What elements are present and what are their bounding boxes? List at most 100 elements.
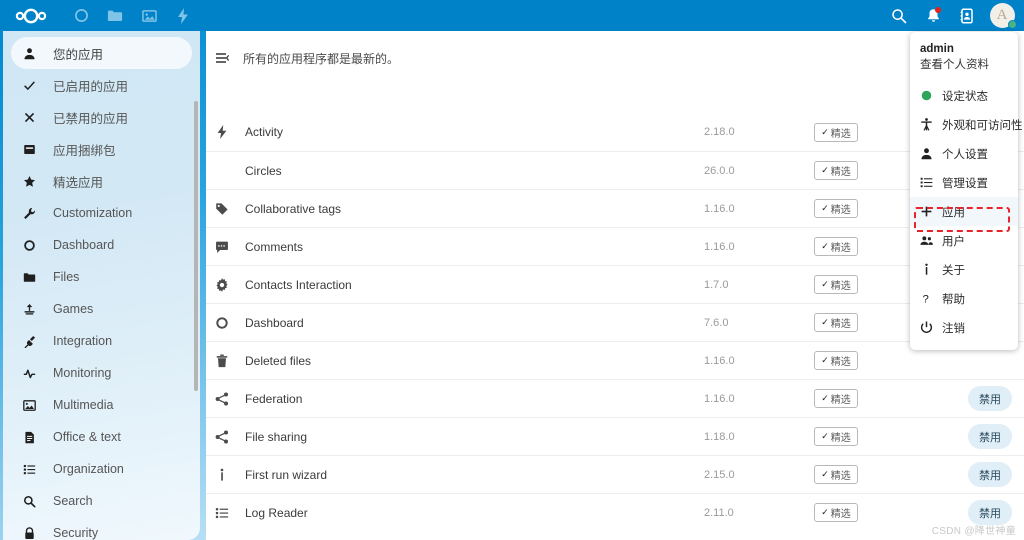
user-menu-item-1[interactable]: 外观和可访问性 — [910, 110, 1023, 139]
table-row[interactable]: File sharing 1.18.0 ✓ 精选 禁用 — [206, 417, 1024, 455]
plug-icon — [23, 335, 45, 348]
disable-button[interactable]: 禁用 — [968, 424, 1012, 449]
user-menu-item-5[interactable]: 用户 — [910, 226, 1018, 255]
sidebar-item-organization[interactable]: Organization — [11, 453, 192, 485]
sidebar-item-label: 精选应用 — [53, 175, 104, 190]
featured-badge[interactable]: ✓ 精选 — [814, 199, 858, 218]
featured-badge[interactable]: ✓ 精选 — [814, 465, 858, 484]
check-icon: ✓ — [821, 393, 829, 403]
featured-badge[interactable]: ✓ 精选 — [814, 237, 858, 256]
sidebar-item-games[interactable]: Games — [11, 293, 192, 325]
sidebar-item-monitoring[interactable]: Monitoring — [11, 357, 192, 389]
featured-badge[interactable]: ✓ 精选 — [814, 427, 858, 446]
table-row[interactable]: Collaborative tags 1.16.0 ✓ 精选 — [206, 189, 1024, 227]
table-row[interactable]: Comments 1.16.0 ✓ 精选 — [206, 227, 1024, 265]
table-row[interactable]: Federation 1.16.0 ✓ 精选 禁用 — [206, 379, 1024, 417]
user-icon — [920, 147, 937, 160]
user-menu-item-6[interactable]: 关于 — [910, 255, 1018, 284]
search-icon — [23, 495, 45, 508]
user-menu-item-8[interactable]: 注销 — [910, 313, 1018, 342]
search-icon[interactable] — [882, 0, 916, 31]
sidebar-item-customization[interactable]: Customization — [11, 197, 192, 229]
table-row[interactable]: Log Reader 2.11.0 ✓ 精选 禁用 — [206, 493, 1024, 531]
dashboard-icon[interactable] — [64, 0, 98, 31]
files-icon[interactable] — [98, 0, 132, 31]
sidebar-item-security[interactable]: Security — [11, 517, 192, 540]
user-menu-item-label: 外观和可访问性 — [942, 119, 1023, 132]
view-profile-link[interactable]: 查看个人资料 — [920, 57, 1008, 73]
sidebar-item-files[interactable]: Files — [11, 261, 192, 293]
sidebar-item-精选应用[interactable]: 精选应用 — [11, 165, 192, 197]
user-menu-item-7[interactable]: ? 帮助 — [910, 284, 1018, 313]
activity-icon — [215, 125, 239, 139]
app-name: Federation — [245, 391, 303, 406]
table-row[interactable]: Activity 2.18.0 ✓ 精选 — [206, 113, 1024, 151]
app-version: 26.0.0 — [704, 164, 735, 177]
star-icon — [23, 175, 45, 188]
apps-table: Activity 2.18.0 ✓ 精选 Circles 26.0.0 ✓ 精选 Collabo… — [206, 113, 1024, 531]
sidebar-item-label: 已禁用的应用 — [53, 111, 129, 126]
top-navigation-bar: A — [0, 0, 1024, 31]
app-version: 2.11.0 — [704, 506, 734, 519]
joystick-icon — [23, 303, 45, 316]
user-menu-item-2[interactable]: 个人设置 — [910, 139, 1018, 168]
archive-box-icon — [23, 143, 45, 156]
sidebar-item-search[interactable]: Search — [11, 485, 192, 517]
contacts-icon[interactable] — [950, 0, 984, 31]
user-menu-item-0[interactable]: 设定状态 — [910, 81, 1018, 110]
sidebar-item-dashboard[interactable]: Dashboard — [11, 229, 192, 261]
circle-icon — [23, 239, 45, 252]
app-name: Deleted files — [245, 353, 312, 368]
avatar[interactable]: A — [984, 0, 1020, 31]
featured-badge[interactable]: ✓ 精选 — [814, 313, 858, 332]
disable-button[interactable]: 禁用 — [968, 386, 1012, 411]
user-menu-item-label: 个人设置 — [942, 148, 988, 161]
sidebar-item-multimedia[interactable]: Multimedia — [11, 389, 192, 421]
featured-badge[interactable]: ✓ 精选 — [814, 275, 858, 294]
sidebar-item-您的应用[interactable]: 您的应用 — [11, 37, 192, 69]
table-row[interactable]: Contacts Interaction 1.7.0 ✓ 精选 — [206, 265, 1024, 303]
featured-badge[interactable]: ✓ 精选 — [814, 503, 858, 522]
user-menu-header[interactable]: admin 查看个人资料 — [910, 38, 1018, 81]
sidebar-scrollbar[interactable] — [194, 101, 198, 391]
featured-badge[interactable]: ✓ 精选 — [814, 161, 858, 180]
disable-button[interactable]: 禁用 — [968, 462, 1012, 487]
sidebar-item-integration[interactable]: Integration — [11, 325, 192, 357]
table-row[interactable]: First run wizard 2.15.0 ✓ 精选 禁用 — [206, 455, 1024, 493]
info-icon — [215, 468, 239, 482]
activity-icon[interactable] — [166, 0, 200, 31]
sidebar-item-label: Games — [53, 302, 94, 316]
user-menu-item-4[interactable]: 应用 — [910, 197, 1018, 226]
app-name: File sharing — [245, 429, 308, 444]
page-body: 您的应用 已启用的应用 已禁用的应用 应用捆绑包 精选应用 Customization Da… — [0, 31, 1024, 540]
app-name: Circles — [245, 163, 282, 178]
sidebar-item-label: Multimedia — [53, 398, 114, 412]
nextcloud-logo[interactable] — [6, 0, 56, 31]
sidebar-item-label: Files — [53, 270, 80, 284]
avatar-online-status-dot — [1008, 20, 1017, 29]
table-row[interactable]: Dashboard 7.6.0 ✓ 精选 — [206, 303, 1024, 341]
sidebar-item-应用捆绑包[interactable]: 应用捆绑包 — [11, 133, 192, 165]
notifications-bell-icon[interactable] — [916, 0, 950, 31]
sidebar-item-已禁用的应用[interactable]: 已禁用的应用 — [11, 101, 192, 133]
check-icon: ✓ — [821, 507, 829, 517]
check-icon: ✓ — [821, 126, 829, 137]
featured-badge[interactable]: ✓ 精选 — [814, 389, 858, 408]
table-row[interactable]: Deleted files 1.16.0 ✓ 精选 — [206, 341, 1024, 379]
sidebar-item-label: Customization — [53, 206, 133, 220]
user-menu-item-label: 关于 — [942, 264, 965, 277]
featured-label: 精选 — [830, 319, 851, 330]
app-version: 1.7.0 — [704, 278, 729, 291]
main-content: 所有的应用程序都是最新的。 Activity 2.18.0 ✓ 精选 Circles 26… — [206, 31, 1024, 540]
featured-badge[interactable]: ✓ 精选 — [814, 351, 858, 370]
table-row[interactable]: Circles 26.0.0 ✓ 精选 — [206, 151, 1024, 189]
featured-label: 精选 — [830, 357, 851, 368]
user-menu-item-3[interactable]: 管理设置 — [910, 168, 1018, 197]
sidebar-item-office---text[interactable]: Office & text — [11, 421, 192, 453]
pulse-icon — [23, 367, 45, 380]
user-menu-dropdown: admin 查看个人资料 设定状态外观和可访问性 个人设置管理设置 应用 用户关于 ? 帮… — [910, 32, 1023, 350]
sidebar-item-已启用的应用[interactable]: 已启用的应用 — [11, 69, 192, 101]
sidebar-item-label: 应用捆绑包 — [53, 143, 116, 158]
featured-badge[interactable]: ✓ 精选 — [814, 122, 858, 142]
photos-icon[interactable] — [132, 0, 166, 31]
